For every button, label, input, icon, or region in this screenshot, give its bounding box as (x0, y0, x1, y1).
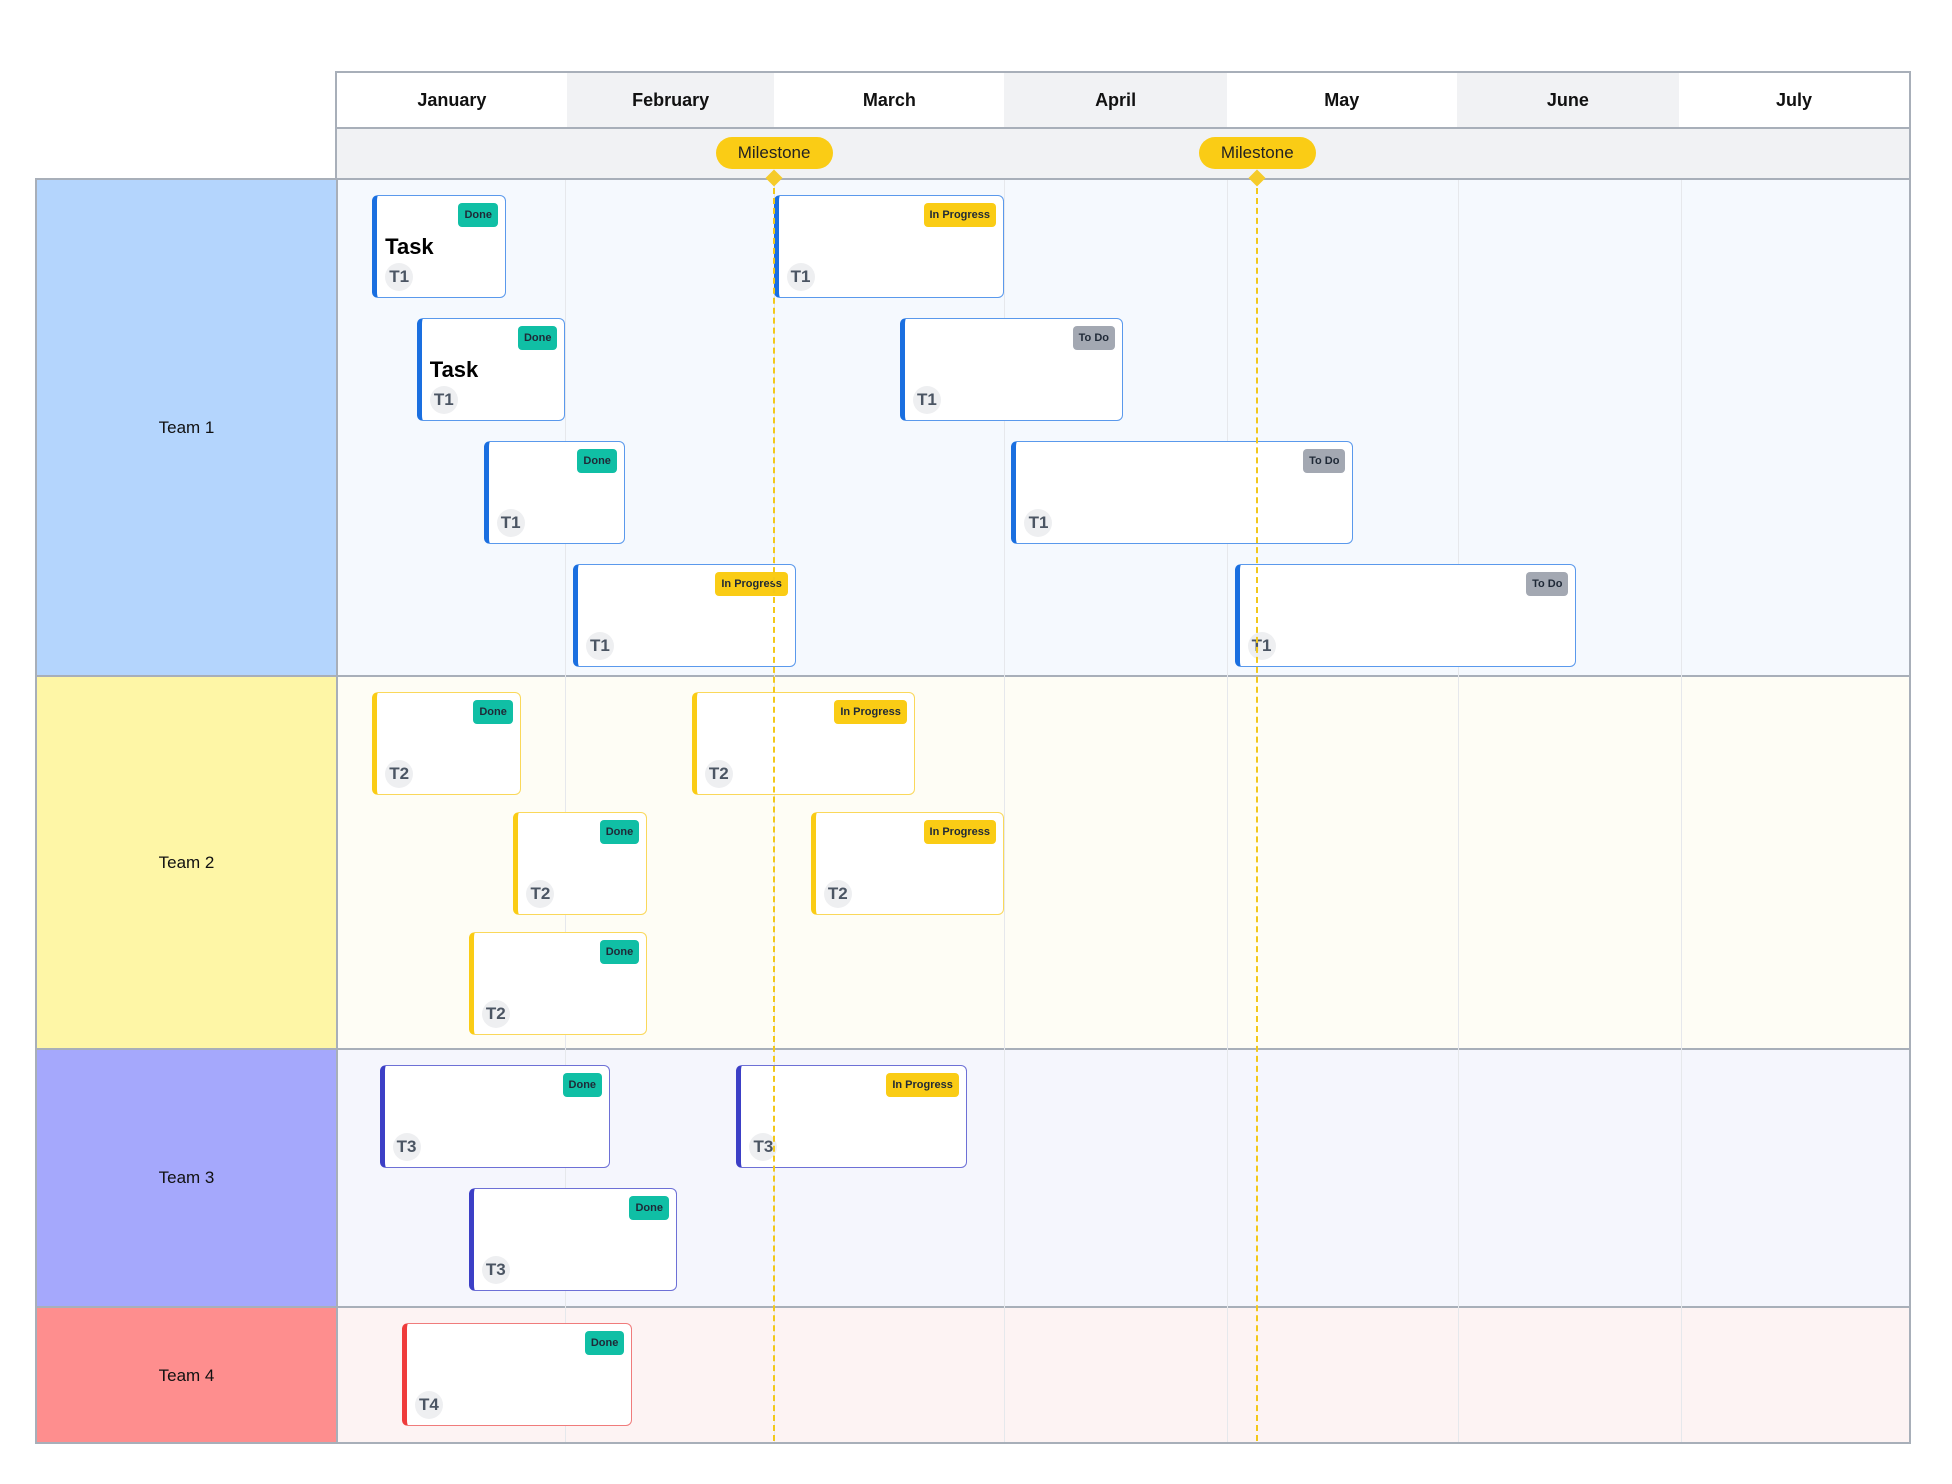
team-tag: T1 (1247, 632, 1276, 660)
team-name: Team 3 (158, 1168, 215, 1187)
task-card[interactable]: To Do T1 (1234, 564, 1577, 667)
team-label: Team 1 (35, 178, 336, 675)
milestone-line (772, 178, 775, 1441)
task-card[interactable]: In Progress T1 (572, 564, 796, 667)
status-badge: In Progress (834, 700, 907, 724)
task-card[interactable]: Done T2 (372, 692, 521, 795)
team-tag: T1 (585, 632, 614, 660)
task-card[interactable]: To Do T1 (899, 318, 1123, 421)
month-header-april: April (1004, 73, 1227, 127)
task-card[interactable]: Done T1 (483, 441, 625, 544)
month-gridline (1227, 180, 1229, 1442)
status-badge: Done (458, 203, 498, 227)
status-badge: Done (562, 1073, 603, 1097)
team-tag: T1 (385, 263, 414, 291)
team-tag: T2 (385, 760, 414, 788)
milestone-row (335, 127, 1911, 178)
task-card[interactable]: Done Task T1 (416, 318, 566, 421)
team-label: Team 4 (35, 1306, 336, 1443)
status-badge: To Do (1072, 326, 1115, 350)
task-card[interactable]: Done T4 (401, 1323, 633, 1426)
month-header: January February March April May June July (335, 71, 1911, 127)
team-tag: T2 (823, 880, 852, 908)
month-header-june: June (1456, 73, 1680, 127)
month-gridline (1457, 180, 1459, 1442)
team-tag: T2 (481, 1000, 510, 1028)
team-tag: T1 (429, 386, 458, 414)
team-tag: T1 (912, 386, 941, 414)
month-header-march: March (862, 89, 916, 110)
milestone-label[interactable]: Milestone (1198, 137, 1316, 169)
team-label: Team 3 (35, 1048, 336, 1306)
task-card[interactable]: Done T3 (379, 1065, 611, 1168)
status-badge: In Progress (923, 203, 997, 227)
month-gridline (1680, 180, 1682, 1442)
status-badge: To Do (1303, 449, 1346, 473)
team-name: Team 2 (158, 852, 215, 872)
team-tag: T4 (414, 1391, 443, 1419)
task-card[interactable]: In Progress T2 (691, 692, 915, 795)
team-name: Team 4 (158, 1365, 215, 1385)
status-badge: To Do (1526, 572, 1569, 596)
status-badge: Done (577, 449, 617, 473)
status-badge: Done (599, 940, 640, 964)
status-badge: Done (473, 700, 513, 724)
status-badge: Done (517, 326, 558, 350)
month-header-january: January (417, 89, 487, 110)
milestone-line (1255, 178, 1258, 1441)
task-title: Task (429, 357, 479, 382)
month-header-february: February (566, 73, 775, 127)
task-title: Task (385, 234, 434, 259)
team-name: Team 1 (158, 417, 215, 437)
status-badge: Done (599, 820, 640, 844)
roadmap-board: January February March April May June July Tea… (0, 0, 1952, 1484)
status-badge: Done (584, 1331, 625, 1355)
table-bottom-border (35, 1442, 1911, 1444)
task-card[interactable]: Done T3 (468, 1188, 677, 1291)
team-tag: T1 (786, 263, 815, 291)
team-tag: T1 (496, 509, 525, 537)
task-card[interactable]: To Do T1 (1011, 441, 1354, 544)
status-badge: In Progress (923, 820, 997, 844)
team-label: Team 2 (35, 675, 336, 1048)
month-header-july: July (1776, 89, 1813, 110)
team-tag: T3 (481, 1256, 510, 1284)
task-card[interactable]: In Progress T1 (773, 195, 1005, 298)
task-card[interactable]: Done Task T1 (372, 195, 506, 298)
team-tag: T2 (526, 880, 555, 908)
task-card[interactable]: In Progress T3 (736, 1065, 967, 1168)
milestone-label[interactable]: Milestone (715, 137, 833, 169)
task-card[interactable]: In Progress T2 (810, 812, 1005, 915)
team-tag: T3 (392, 1133, 421, 1161)
status-badge: In Progress (715, 572, 788, 596)
task-card[interactable]: Done T2 (468, 932, 648, 1035)
task-card[interactable]: Done T2 (513, 812, 648, 915)
team-tag: T1 (1024, 509, 1053, 537)
status-badge: In Progress (886, 1073, 959, 1097)
team-tag: T2 (704, 760, 733, 788)
month-header-may: May (1324, 89, 1360, 110)
status-badge: Done (629, 1196, 669, 1220)
